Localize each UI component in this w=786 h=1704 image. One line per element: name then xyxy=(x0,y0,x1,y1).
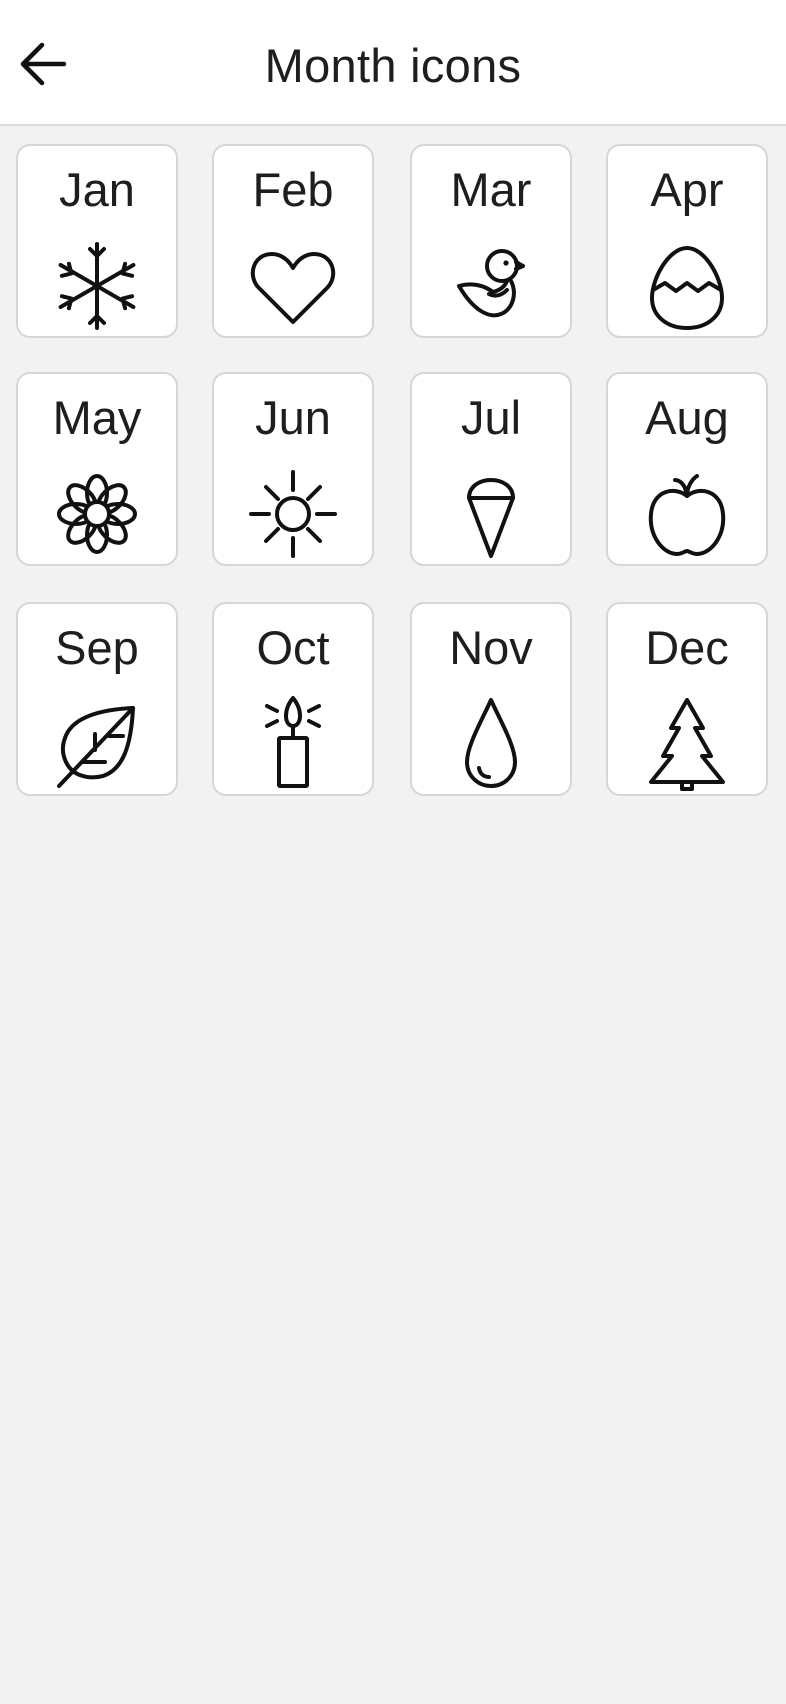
month-label: Jun xyxy=(255,391,331,444)
month-tile-jan[interactable]: Jan xyxy=(16,144,178,338)
month-tile-feb[interactable]: Feb xyxy=(212,144,374,338)
month-tile-mar[interactable]: Mar xyxy=(410,144,572,338)
month-label: Jan xyxy=(59,163,135,216)
apple-icon xyxy=(639,466,735,562)
sun-icon xyxy=(245,466,341,562)
month-tile-nov[interactable]: Nov xyxy=(410,602,572,796)
flower-icon xyxy=(49,466,145,562)
ice-cream-cone-icon xyxy=(443,466,539,562)
candle-icon xyxy=(245,696,341,792)
month-label: Aug xyxy=(645,391,729,444)
month-label: Apr xyxy=(650,163,724,216)
month-grid: Jan Feb Mar Apr May Jun Jul Aug Sep Oct … xyxy=(0,0,786,1704)
snowflake-icon xyxy=(49,238,145,334)
leaf-icon xyxy=(49,696,145,792)
easter-egg-icon xyxy=(639,238,735,334)
month-label: Mar xyxy=(450,163,532,216)
christmas-tree-icon xyxy=(639,696,735,792)
month-tile-may[interactable]: May xyxy=(16,372,178,566)
month-tile-jun[interactable]: Jun xyxy=(212,372,374,566)
bird-icon xyxy=(443,238,539,334)
month-tile-jul[interactable]: Jul xyxy=(410,372,572,566)
raindrop-icon xyxy=(443,696,539,792)
month-tile-sep[interactable]: Sep xyxy=(16,602,178,796)
month-label: Nov xyxy=(449,621,533,674)
month-tile-aug[interactable]: Aug xyxy=(606,372,768,566)
month-tile-dec[interactable]: Dec xyxy=(606,602,768,796)
month-label: Oct xyxy=(256,621,330,674)
month-label: May xyxy=(52,391,142,444)
month-tile-oct[interactable]: Oct xyxy=(212,602,374,796)
month-label: Jul xyxy=(460,391,522,444)
month-label: Dec xyxy=(645,621,729,674)
month-tile-apr[interactable]: Apr xyxy=(606,144,768,338)
month-label: Feb xyxy=(252,163,334,216)
month-label: Sep xyxy=(55,621,139,674)
heart-icon xyxy=(245,238,341,334)
